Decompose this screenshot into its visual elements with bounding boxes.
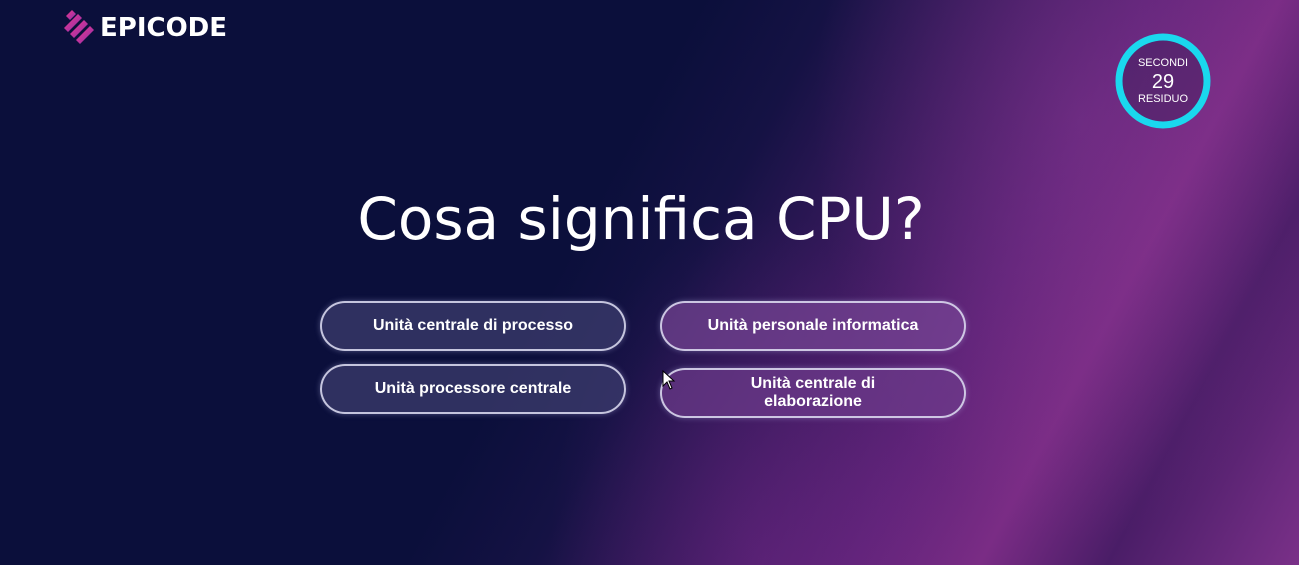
timer-label-top: SECONDI <box>1137 56 1189 69</box>
answer-label: Unità centrale di processo <box>372 317 574 334</box>
answer-label: Unità processore centrale <box>374 380 572 397</box>
epicode-stripes-icon <box>64 10 94 44</box>
timer-label-bottom: RESIDUO <box>1137 92 1189 105</box>
answer-label: Unità centrale di elaborazione <box>750 375 876 410</box>
epicode-logo: EPICODE <box>62 10 227 46</box>
answer-button-3[interactable]: Unità processore centrale <box>320 364 626 414</box>
mouse-cursor-icon <box>662 370 676 390</box>
brand-name: EPICODE <box>100 13 228 43</box>
answer-button-1[interactable]: Unità centrale di processo <box>320 301 626 351</box>
timer-seconds: 29 <box>1151 70 1175 93</box>
question-title: Cosa significa CPU? <box>357 185 925 253</box>
answer-button-4[interactable]: Unità centrale di elaborazione <box>660 368 966 418</box>
answer-button-2[interactable]: Unità personale informatica <box>660 301 966 351</box>
answer-label: Unità personale informatica <box>707 317 919 334</box>
countdown-timer: SECONDI 29 RESIDUO <box>1114 32 1212 130</box>
background-glow <box>0 0 1299 565</box>
